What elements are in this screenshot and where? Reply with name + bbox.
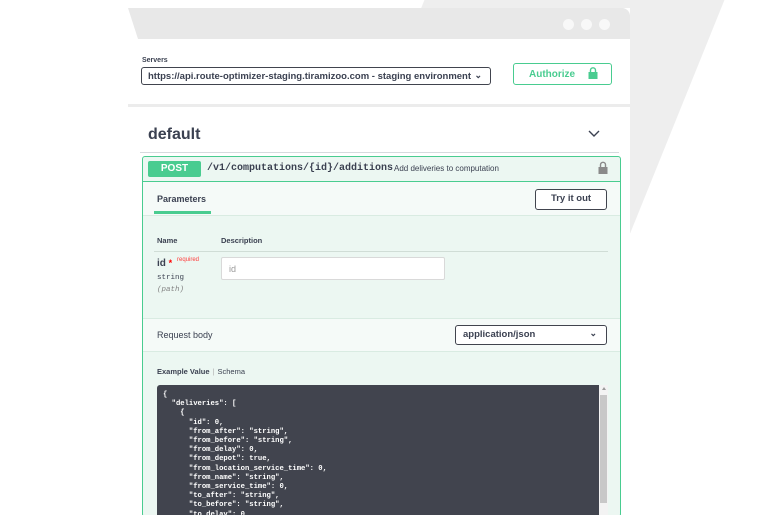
example-code: { "deliveries": [ { "id": 0, "from_after… — [163, 391, 327, 515]
request-body-label: Request body — [157, 330, 213, 340]
required-star: * — [168, 258, 173, 268]
chevron-down-icon: ⌄ — [474, 70, 482, 80]
api-section: default POST /v1/computations/{id}/addit… — [140, 120, 621, 515]
param-name: id * — [157, 258, 173, 269]
tab-example-value[interactable]: Example Value — [157, 367, 210, 376]
window-dot-icon — [563, 19, 574, 30]
param-type: string — [157, 274, 185, 282]
authorize-button[interactable]: Authorize — [513, 63, 612, 85]
operation-summary-text: Add deliveries to computation — [394, 164, 499, 173]
parameters-table: Name Description id * required string (p… — [143, 216, 620, 317]
server-select[interactable]: https://api.route-optimizer-staging.tira… — [141, 67, 491, 85]
divider — [128, 104, 630, 107]
servers-label: Servers — [142, 57, 168, 64]
tab-parameters[interactable]: Parameters — [157, 194, 206, 204]
server-select-value: https://api.route-optimizer-staging.tira… — [148, 71, 472, 82]
chevron-down-icon — [588, 130, 600, 137]
example-tabs: Example Value | Schema — [157, 367, 245, 376]
browser-window: Servers https://api.route-optimizer-stag… — [128, 8, 630, 515]
authorize-label: Authorize — [529, 69, 576, 80]
code-scrollbar[interactable] — [599, 385, 608, 515]
operation-summary[interactable]: POST /v1/computations/{id}/additions Add… — [143, 157, 620, 182]
tag-title: default — [148, 126, 201, 143]
tab-separator: | — [212, 367, 215, 376]
window-dot-icon — [599, 19, 610, 30]
window-dot-icon — [581, 19, 592, 30]
header-divider — [154, 251, 608, 252]
tag-header[interactable]: default — [140, 120, 619, 153]
lock-icon[interactable] — [598, 161, 608, 174]
column-header-name: Name — [157, 236, 178, 245]
parameters-tab-bar: Parameters Try it out — [143, 182, 620, 216]
content-type-select[interactable]: application/json ⌄ — [455, 325, 607, 345]
operation-block: POST /v1/computations/{id}/additions Add… — [142, 156, 621, 515]
scroll-up-icon[interactable] — [602, 387, 606, 390]
operation-path: /v1/computations/{id}/additions — [207, 163, 394, 174]
param-location: (path) — [157, 286, 185, 294]
content-type-value: application/json — [463, 329, 536, 340]
scrollbar-thumb[interactable] — [600, 395, 607, 503]
tab-schema[interactable]: Schema — [217, 367, 245, 376]
column-header-description: Description — [221, 236, 263, 245]
window-titlebar — [128, 8, 630, 39]
id-input[interactable]: id — [221, 257, 445, 280]
tab-underline — [154, 211, 211, 214]
chevron-down-icon: ⌄ — [589, 328, 597, 338]
method-badge: POST — [148, 161, 201, 177]
example-code-block: { "deliveries": [ { "id": 0, "from_after… — [157, 385, 608, 515]
try-it-out-button[interactable]: Try it out — [535, 189, 607, 210]
required-label: required — [177, 257, 200, 263]
lock-icon — [588, 67, 598, 79]
request-body-bar: Request body application/json ⌄ — [143, 318, 620, 352]
